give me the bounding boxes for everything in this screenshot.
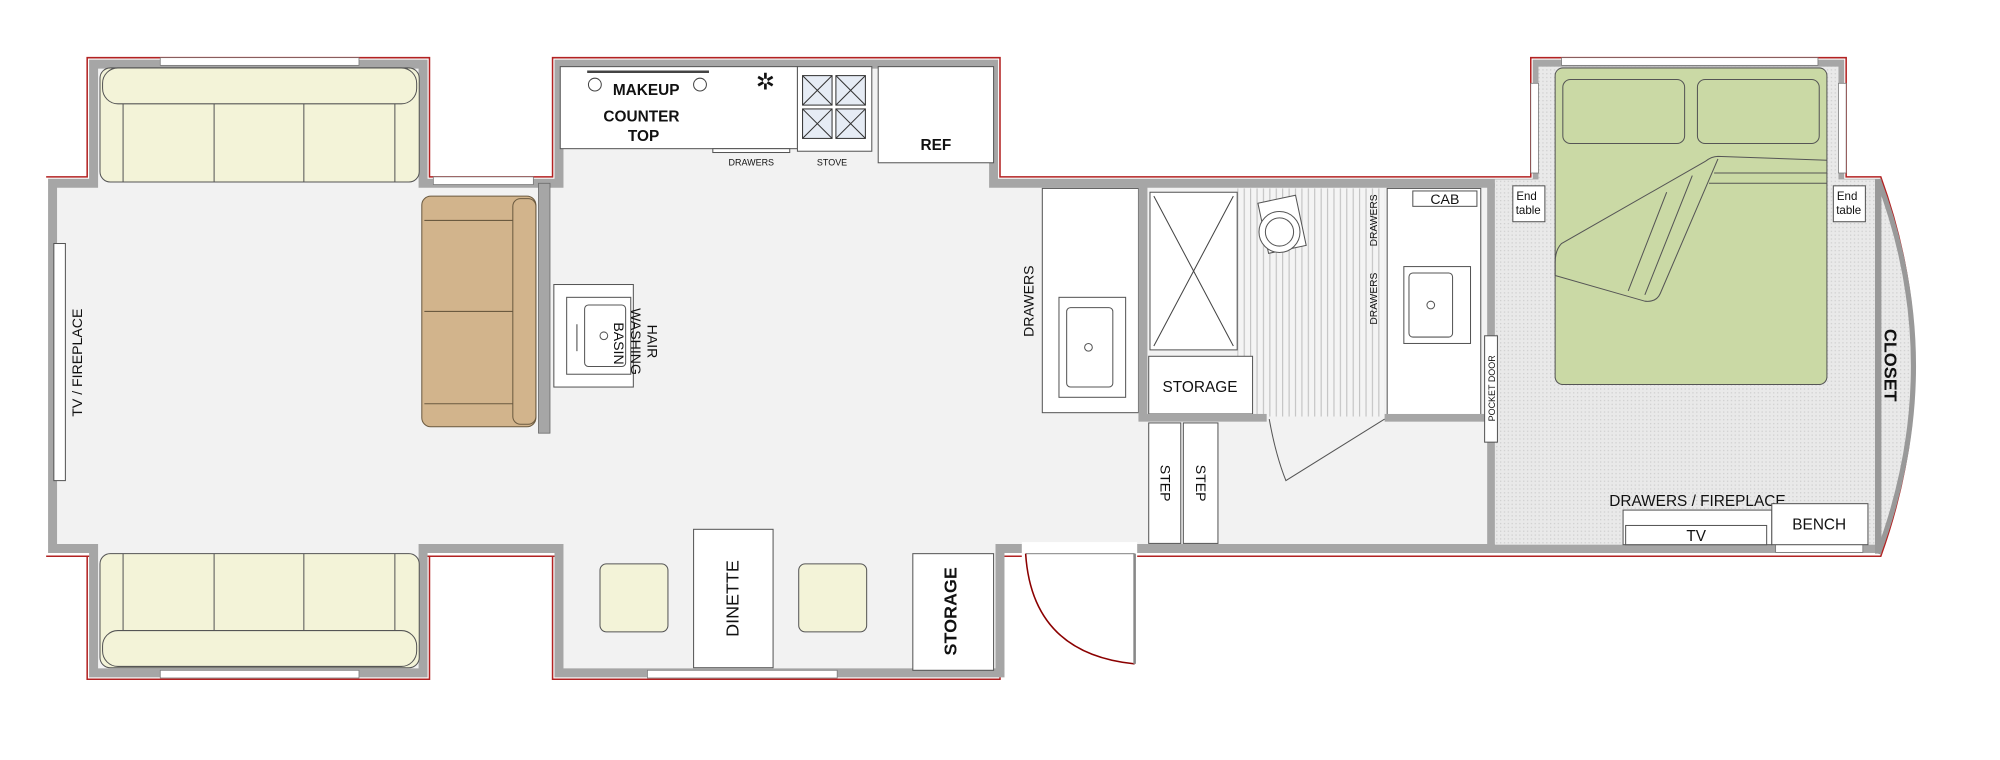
drawers-fireplace-label: DRAWERS / FIREPLACE <box>1609 493 1785 510</box>
closet-label: CLOSET <box>1881 329 1901 402</box>
tv-fireplace-label: TV / FIREPLACE <box>69 309 85 417</box>
stove-label: STOVE <box>817 157 847 167</box>
entry-door-swing[interactable] <box>1024 553 1135 665</box>
floor-plan: TV / FIREPLACE HAIR WASHING BASIN ✲ MAKE… <box>46 56 1917 681</box>
bath-storage-label: STORAGE <box>1163 379 1238 396</box>
dinette-label: DINETTE <box>722 560 742 637</box>
bed <box>1554 67 1828 385</box>
vanity-drawers-label: DRAWERS <box>1020 265 1036 337</box>
dinette-chair-left <box>599 563 669 633</box>
partition-wall <box>538 182 551 434</box>
bath-bottom-wall-right <box>1384 413 1488 422</box>
stove <box>796 66 873 152</box>
pocket-door-label: POCKET DOOR <box>1487 355 1497 422</box>
bath-wall <box>1138 183 1148 421</box>
drawers-lower-label: DRAWERS <box>1369 272 1380 324</box>
shower <box>1149 191 1238 351</box>
storage-label: STORAGE <box>940 567 960 655</box>
vanity-sink <box>1058 296 1127 398</box>
step-1-label: STEP <box>1157 465 1173 502</box>
ref-label: REF <box>921 137 952 154</box>
top-sofa <box>99 67 420 183</box>
bath-bottom-wall <box>1138 413 1267 422</box>
bench-label: BENCH <box>1792 516 1846 533</box>
bedroom-tv-label: TV <box>1686 528 1706 545</box>
plant-icon: ✲ <box>756 69 775 95</box>
right-sink <box>1403 266 1472 344</box>
cab-label: CAB <box>1430 191 1459 207</box>
bottom-sofa <box>99 553 420 669</box>
drawers-upper-label: DRAWERS <box>1369 194 1380 246</box>
counter-drawers-label: DRAWERS <box>729 157 775 167</box>
dinette-chair-right <box>798 563 868 633</box>
bath-floor <box>1237 188 1385 417</box>
step-2-label: STEP <box>1193 465 1209 502</box>
tv-fireplace <box>53 242 66 482</box>
counter-drawers <box>712 148 791 154</box>
brown-sofa <box>421 195 537 428</box>
makeup-label: MAKEUP <box>613 82 680 99</box>
